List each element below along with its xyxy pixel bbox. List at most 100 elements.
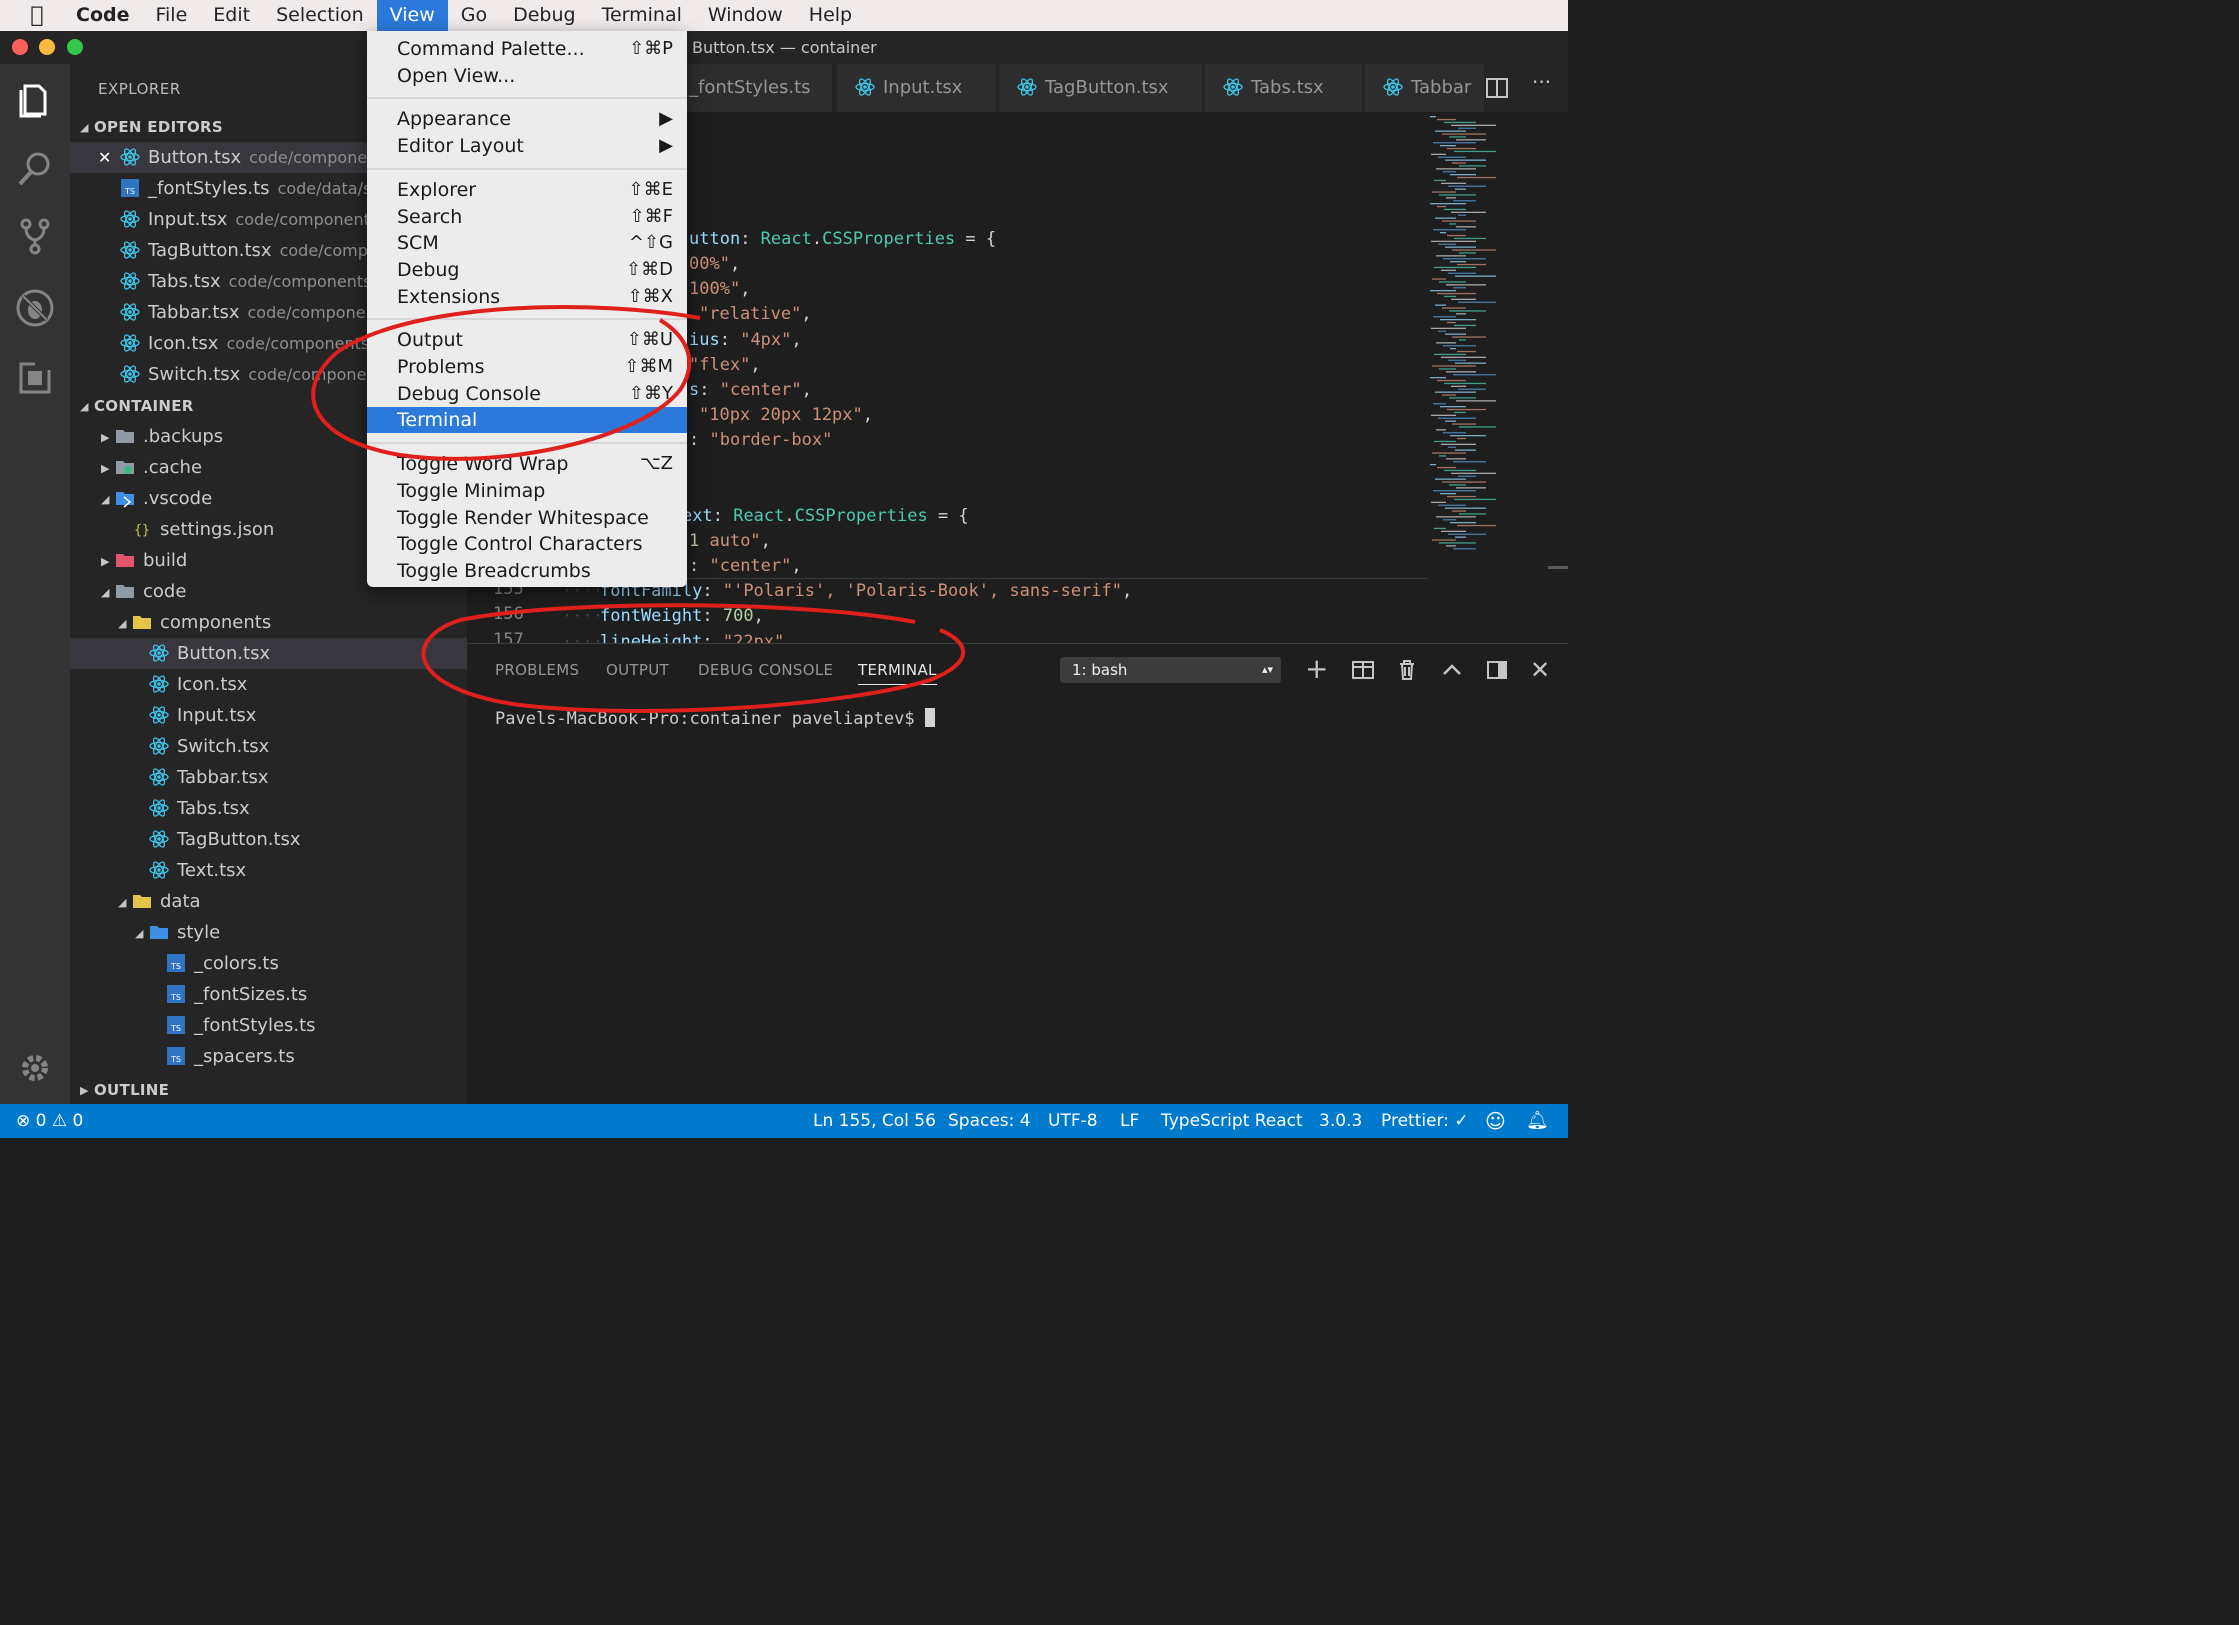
menu-app-name[interactable]: Code (74, 0, 142, 31)
tree-item[interactable]: TS _fontStyles.ts (70, 1010, 467, 1041)
tree-item[interactable]: Icon.tsx (70, 669, 467, 700)
react-file-icon (149, 673, 169, 693)
editor-scrollbar[interactable] (1548, 566, 1568, 569)
view-menu-item-command-palette[interactable]: Command Palette... ⇧⌘P (367, 36, 687, 62)
tree-item[interactable]: Switch.tsx (70, 731, 467, 762)
kill-terminal-trash-icon[interactable] (1395, 658, 1419, 682)
tab-tabs-tsx[interactable]: Tabs.tsx (1205, 64, 1363, 112)
minimap[interactable] (1428, 112, 1548, 643)
terminal-output[interactable]: Pavels-MacBook-Pro:container paveliaptev… (495, 708, 935, 729)
folder-icon (132, 611, 152, 631)
typescript-version[interactable]: 3.0.3 (1319, 1104, 1362, 1138)
menu-selection[interactable]: Selection (263, 0, 377, 31)
menu-terminal[interactable]: Terminal (589, 0, 695, 31)
view-menu-item-debug-console[interactable]: Debug Console ⇧⌘Y (367, 381, 687, 407)
view-menu-item-toggle-render-whitespace[interactable]: Toggle Render Whitespace (367, 505, 687, 531)
menu-go[interactable]: Go (448, 0, 500, 31)
terminal-selector[interactable]: 1: bash ▴▾ (1060, 657, 1281, 683)
apple-icon[interactable]:  (0, 3, 74, 28)
maximize-panel-chevron-up-icon[interactable] (1440, 658, 1464, 682)
more-actions-icon[interactable]: ··· (1532, 70, 1551, 94)
tree-item[interactable]: ◢ components (70, 607, 467, 638)
toggle-panel-position-icon[interactable] (1485, 658, 1509, 682)
menu-window[interactable]: Window (695, 0, 796, 31)
tab-tabbar[interactable]: Tabbar (1365, 64, 1485, 112)
tree-item[interactable]: Tabs.tsx (70, 793, 467, 824)
explorer-files-icon[interactable] (15, 78, 55, 118)
tree-item[interactable]: TS _spacers.ts (70, 1041, 467, 1072)
tree-item[interactable]: Tabbar.tsx (70, 762, 467, 793)
menu-view[interactable]: View (376, 0, 448, 31)
settings-gear-icon[interactable] (15, 1048, 55, 1088)
view-menu-item-toggle-control-characters[interactable]: Toggle Control Characters (367, 531, 687, 557)
zoom-window-button[interactable] (67, 39, 83, 55)
view-menu-item-toggle-breadcrumbs[interactable]: Toggle Breadcrumbs (367, 558, 687, 584)
menu-help[interactable]: Help (796, 0, 865, 31)
view-menu-item-search[interactable]: Search ⇧⌘F (367, 204, 687, 230)
close-editor-icon[interactable]: ✕ (98, 142, 120, 173)
file-path: code/componen (249, 148, 378, 167)
new-terminal-plus-icon[interactable]: + (1305, 655, 1329, 683)
view-menu-item-output[interactable]: Output ⇧⌘U (367, 327, 687, 353)
view-menu-item-appearance[interactable]: Appearance ▶ (367, 106, 687, 132)
debug-icon[interactable] (15, 288, 55, 328)
eol-status[interactable]: LF (1120, 1104, 1139, 1138)
view-menu-item-terminal[interactable]: Terminal (367, 407, 687, 434)
feedback-smiley-icon[interactable]: ☺ (1485, 1104, 1506, 1138)
tab--fontstyles-ts[interactable]: _fontStyles.ts (685, 64, 833, 112)
code-line: : "border-box" (689, 428, 832, 453)
file-path: code/componen (247, 303, 376, 322)
tree-item[interactable]: TS _colors.ts (70, 948, 467, 979)
source-control-icon[interactable] (15, 216, 55, 256)
menu-debug[interactable]: Debug (500, 0, 588, 31)
search-icon[interactable] (15, 148, 55, 188)
encoding-status[interactable]: UTF-8 (1048, 1104, 1098, 1138)
code-token: "4px" (740, 330, 792, 350)
panel-tab-problems[interactable]: PROBLEMS (495, 661, 579, 679)
code-line: 00%", (689, 252, 740, 277)
tree-item[interactable]: Button.tsx (70, 638, 467, 669)
folder-icon (132, 890, 152, 910)
tree-item[interactable]: Input.tsx (70, 700, 467, 731)
view-menu-item-toggle-word-wrap[interactable]: Toggle Word Wrap ⌥Z (367, 451, 687, 477)
file-name: Tabbar.tsx (148, 302, 240, 323)
notifications-bell-icon[interactable]: 🔔︎ (1526, 1104, 1549, 1138)
tree-item-label: Button.tsx (177, 643, 271, 664)
view-menu-item-toggle-minimap[interactable]: Toggle Minimap (367, 478, 687, 504)
tab-tagbutton-tsx[interactable]: TagButton.tsx (999, 64, 1203, 112)
menu-file[interactable]: File (142, 0, 200, 31)
minimize-window-button[interactable] (39, 39, 55, 55)
split-editor-icon[interactable] (1486, 78, 1508, 98)
split-terminal-icon[interactable] (1351, 658, 1375, 682)
view-menu-item-problems[interactable]: Problems ⇧⌘M (367, 354, 687, 380)
error-count: 0 (35, 1111, 47, 1131)
view-menu-item-open-view[interactable]: Open View... (367, 63, 687, 89)
tab-input-tsx[interactable]: Input.tsx (837, 64, 997, 112)
tree-item[interactable]: ◢ data (70, 886, 467, 917)
menu-edit[interactable]: Edit (200, 0, 263, 31)
view-menu-item-debug[interactable]: Debug ⇧⌘D (367, 257, 687, 283)
section-arrow-icon: ◢ (80, 121, 89, 134)
view-menu-item-scm[interactable]: SCM ^⇧G (367, 230, 687, 256)
problems-status[interactable]: ⊗ 0 ⚠ 0 (16, 1104, 83, 1138)
language-mode[interactable]: TypeScript React (1161, 1104, 1303, 1138)
tree-item[interactable]: ◢ style (70, 917, 467, 948)
view-menu-item-extensions[interactable]: Extensions ⇧⌘X (367, 284, 687, 310)
tree-item[interactable]: Text.tsx (70, 855, 467, 886)
code-line: s: "center", (689, 378, 812, 403)
close-panel-icon[interactable]: ✕ (1530, 658, 1554, 682)
section-outline[interactable]: ▶ OUTLINE (70, 1074, 467, 1104)
close-window-button[interactable] (12, 39, 28, 55)
react-file-icon (120, 239, 140, 259)
extensions-icon[interactable] (15, 358, 55, 398)
prettier-status[interactable]: Prettier: ✓ (1381, 1104, 1469, 1138)
tree-item[interactable]: TagButton.tsx (70, 824, 467, 855)
panel-tab-debug-console[interactable]: DEBUG CONSOLE (698, 661, 833, 679)
tree-item[interactable]: TS _fontSizes.ts (70, 979, 467, 1010)
view-menu-item-editor-layout[interactable]: Editor Layout ▶ (367, 133, 687, 159)
panel-tab-terminal[interactable]: TERMINAL (858, 661, 937, 685)
indentation-status[interactable]: Spaces: 4 (948, 1104, 1031, 1138)
cursor-position[interactable]: Ln 155, Col 56 (813, 1104, 936, 1138)
panel-tab-output[interactable]: OUTPUT (606, 661, 669, 679)
view-menu-item-explorer[interactable]: Explorer ⇧⌘E (367, 177, 687, 203)
